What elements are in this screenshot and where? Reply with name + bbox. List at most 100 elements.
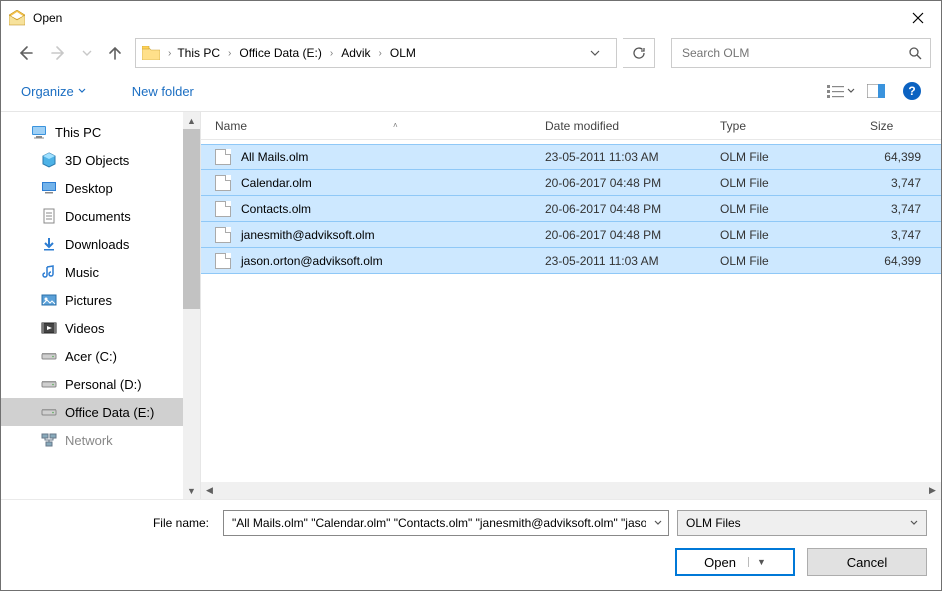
network-icon <box>41 432 57 448</box>
nav-item[interactable]: Music <box>1 258 183 286</box>
chevron-down-icon <box>910 519 918 527</box>
nav-item-label: This PC <box>55 125 101 140</box>
file-size: 3,747 <box>870 202 941 216</box>
nav-item[interactable]: Network <box>1 426 183 454</box>
back-button[interactable] <box>11 39 39 67</box>
app-icon <box>9 10 25 26</box>
filename-combobox[interactable] <box>223 510 669 536</box>
scroll-right-icon[interactable]: ▶ <box>924 482 941 499</box>
file-area: Name ˄ Date modified Type Size All Mails… <box>201 112 941 499</box>
chevron-right-icon[interactable]: › <box>226 48 233 59</box>
scrollbar-thumb[interactable] <box>183 129 200 309</box>
file-icon <box>215 149 231 165</box>
forward-button[interactable] <box>45 39 73 67</box>
chevron-right-icon[interactable]: › <box>377 48 384 59</box>
file-row[interactable]: janesmith@adviksoft.olm20-06-2017 04:48 … <box>201 222 941 248</box>
breadcrumb-dropdown[interactable] <box>584 44 606 62</box>
file-date: 23-05-2011 11:03 AM <box>545 254 720 268</box>
chevron-right-icon[interactable]: › <box>166 48 173 59</box>
file-type: OLM File <box>720 254 870 268</box>
file-size: 64,399 <box>870 254 941 268</box>
up-button[interactable] <box>101 39 129 67</box>
organize-label: Organize <box>21 84 74 99</box>
nav-item[interactable]: Desktop <box>1 174 183 202</box>
nav-item-label: Music <box>65 265 99 280</box>
file-row[interactable]: All Mails.olm23-05-2011 11:03 AMOLM File… <box>201 144 941 170</box>
column-type[interactable]: Type <box>720 119 870 133</box>
nav-item-label: Pictures <box>65 293 112 308</box>
file-name: Calendar.olm <box>241 176 545 190</box>
filetype-filter[interactable]: OLM Files <box>677 510 927 536</box>
file-size: 3,747 <box>870 228 941 242</box>
scroll-up-icon[interactable]: ▲ <box>183 112 200 129</box>
main-area: This PC 3D Objects DesktopDocuments Downloa… <box>1 111 941 499</box>
new-folder-button[interactable]: New folder <box>126 80 200 103</box>
recent-locations-dropdown[interactable] <box>79 39 95 67</box>
nav-item[interactable]: Pictures <box>1 286 183 314</box>
chevron-down-icon[interactable] <box>648 519 662 527</box>
filename-input[interactable] <box>230 515 648 531</box>
nav-item[interactable]: Documents <box>1 202 183 230</box>
nav-item[interactable]: Acer (C:) <box>1 342 183 370</box>
scroll-down-icon[interactable]: ▼ <box>183 482 200 499</box>
scroll-left-icon[interactable]: ◀ <box>201 482 218 499</box>
breadcrumb-segment[interactable]: This PC <box>173 44 224 62</box>
file-row[interactable]: Calendar.olm20-06-2017 04:48 PMOLM File3… <box>201 170 941 196</box>
horizontal-scrollbar[interactable]: ◀ ▶ <box>201 482 941 499</box>
bottom-panel: File name: OLM Files Open ▼ Cancel <box>1 499 941 590</box>
videos-icon <box>41 320 57 336</box>
view-mode-button[interactable] <box>827 84 855 98</box>
file-size: 64,399 <box>870 150 941 164</box>
nav-item-label: Videos <box>65 321 105 336</box>
navigation-pane: This PC 3D Objects DesktopDocuments Downloa… <box>1 112 201 499</box>
help-button[interactable]: ? <box>897 78 927 104</box>
chevron-down-icon <box>78 87 86 95</box>
nav-item[interactable]: 3D Objects <box>1 146 183 174</box>
refresh-button[interactable] <box>623 38 655 68</box>
nav-this-pc[interactable]: This PC <box>1 118 183 146</box>
close-button[interactable] <box>895 3 941 33</box>
nav-item-label: Network <box>65 433 113 448</box>
file-row[interactable]: jason.orton@adviksoft.olm23-05-2011 11:0… <box>201 248 941 274</box>
nav-item[interactable]: Personal (D:) <box>1 370 183 398</box>
nav-item-label: Personal (D:) <box>65 377 142 392</box>
file-row[interactable]: Contacts.olm20-06-2017 04:48 PMOLM File3… <box>201 196 941 222</box>
breadcrumb-segment[interactable]: Advik <box>337 44 374 62</box>
chevron-right-icon[interactable]: › <box>328 48 335 59</box>
nav-item-label: 3D Objects <box>65 153 129 168</box>
drive-icon <box>41 404 57 420</box>
column-date[interactable]: Date modified <box>545 119 720 133</box>
nav-item[interactable]: Office Data (E:) <box>1 398 183 426</box>
search-icon <box>908 46 922 60</box>
nav-item[interactable]: Videos <box>1 314 183 342</box>
breadcrumb-bar[interactable]: › This PC›Office Data (E:)›Advik›OLM <box>135 38 617 68</box>
breadcrumb-segment[interactable]: Office Data (E:) <box>235 44 325 62</box>
column-headers: Name ˄ Date modified Type Size <box>201 112 941 140</box>
search-box[interactable] <box>671 38 931 68</box>
chevron-down-icon <box>847 87 855 95</box>
file-name: Contacts.olm <box>241 202 545 216</box>
desktop-icon <box>41 180 57 196</box>
open-split-dropdown[interactable]: ▼ <box>748 557 766 567</box>
file-name: All Mails.olm <box>241 150 545 164</box>
nav-scrollbar[interactable]: ▲ ▼ <box>183 112 200 499</box>
file-icon <box>215 175 231 191</box>
open-file-dialog: Open › This PC›Office Data ( <box>0 0 942 591</box>
file-date: 20-06-2017 04:48 PM <box>545 228 720 242</box>
cancel-button[interactable]: Cancel <box>807 548 927 576</box>
file-type: OLM File <box>720 150 870 164</box>
file-type: OLM File <box>720 228 870 242</box>
file-size: 3,747 <box>870 176 941 190</box>
search-input[interactable] <box>680 45 908 61</box>
drive-icon <box>41 348 57 364</box>
this-pc-icon <box>31 124 47 140</box>
column-name[interactable]: Name ˄ <box>215 119 545 133</box>
nav-item-label: Downloads <box>65 237 129 252</box>
open-button[interactable]: Open ▼ <box>675 548 795 576</box>
preview-pane-button[interactable] <box>861 78 891 104</box>
column-size[interactable]: Size <box>870 119 941 133</box>
breadcrumb-segment[interactable]: OLM <box>386 44 420 62</box>
organize-menu[interactable]: Organize <box>15 80 92 103</box>
nav-item[interactable]: Downloads <box>1 230 183 258</box>
file-list[interactable]: All Mails.olm23-05-2011 11:03 AMOLM File… <box>201 140 941 482</box>
